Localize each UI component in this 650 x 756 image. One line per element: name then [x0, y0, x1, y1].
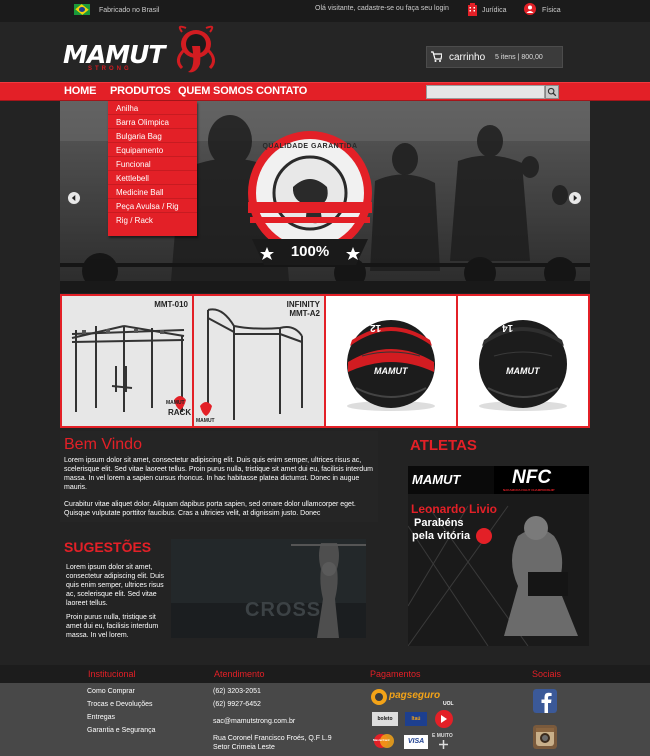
product-card[interactable]: INFINITY MMT-A2 MAMUT — [194, 296, 324, 426]
mastercard-label: MasterCard — [373, 738, 390, 742]
pagseguro-icon — [371, 689, 387, 705]
welcome-paragraph-2: Curabitur vitae aliquet dolor. Aliquam d… — [64, 501, 356, 517]
nav-produtos[interactable]: PRODUTOS — [110, 85, 171, 97]
footer-address-2: Setor Crimeia Leste — [213, 744, 275, 751]
footer-address-1: Rua Coronel Francisco Froés, Q.F L.9 — [213, 735, 332, 742]
ball-brand: MAMUT — [374, 366, 408, 376]
dropdown-item-anilha[interactable]: Anilha — [108, 101, 197, 115]
cart-label[interactable]: carrinho — [449, 52, 485, 63]
sugestoes-image[interactable]: CROSS — [171, 539, 366, 638]
footer-link-entregas[interactable]: Entregas — [87, 714, 115, 721]
cart-summary: 5 itens | 800,00 — [495, 54, 543, 61]
athlete-message-2: pela vitória — [412, 530, 471, 542]
sugestoes-paragraph-1: Lorem ipsum dolor sit amet, consectetur … — [66, 564, 165, 607]
dropdown-item-barra-olimpica[interactable]: Barra Olimpica — [108, 115, 197, 129]
product-name: MMT-010 — [154, 300, 188, 309]
footer-title-sociais: Sociais — [532, 669, 562, 679]
dropdown-item-kettlebell[interactable]: Kettlebell — [108, 171, 197, 185]
footer-title-atendimento: Atendimento — [214, 669, 265, 679]
crossfit-photo — [171, 539, 366, 638]
brazil-flag-icon — [74, 4, 90, 15]
dropdown-item-bulgaria-bag[interactable]: Bulgaria Bag — [108, 129, 197, 143]
sugestoes-title: SUGESTÕES — [64, 539, 152, 555]
welcome-title: Bem Vindo — [64, 436, 142, 453]
top-bar: Fabricado no Brasil Olá visitante, cadas… — [0, 0, 650, 22]
dropdown-item-equipamento[interactable]: Equipamento — [108, 143, 197, 157]
atletas-banner[interactable]: MAMUT NFC NAKAMURA FIGHT CHAMPIONSHIP Le… — [408, 466, 589, 646]
mammoth-icon — [177, 25, 215, 73]
athlete-message-1: Parabéns — [414, 517, 464, 529]
juridica-link[interactable]: Jurídica — [482, 7, 507, 14]
nav-quem-somos[interactable]: QUEM SOMOS — [178, 85, 253, 97]
facebook-icon[interactable] — [533, 689, 557, 713]
dropdown-item-funcional[interactable]: Funcional — [108, 157, 197, 171]
produtos-dropdown: Anilha Barra Olimpica Bulgaria Bag Equip… — [108, 101, 197, 236]
footer-link-garantia[interactable]: Garantia e Segurança — [87, 727, 156, 734]
ball-number: 14 — [502, 322, 514, 333]
instagram-icon[interactable] — [533, 725, 557, 749]
boleto-logo: boleto — [372, 712, 398, 726]
dropdown-item-rig-rack[interactable]: Rig / Rack — [108, 213, 197, 227]
medicine-ball-red-image — [347, 320, 435, 411]
made-in-label: Fabricado no Brasil — [99, 7, 160, 14]
cielo-icon — [435, 710, 453, 728]
product-card[interactable]: 12 MAMUT — [326, 296, 456, 426]
welcome-paragraph-1: Lorem ipsum dolor sit amet, consectetur … — [64, 457, 373, 491]
login-register-link[interactable]: Olá visitante, cadastre-se ou faça seu l… — [315, 5, 449, 12]
logo-wordmark: MAMUT — [63, 40, 165, 69]
seal-title: QUALIDADE GARANTIDA — [262, 143, 358, 150]
prev-slide-icon[interactable] — [67, 191, 81, 205]
atletas-title: ATLETAS — [410, 437, 477, 454]
person-icon[interactable] — [524, 3, 536, 15]
mamut-logo[interactable]: MAMUT STRONG — [60, 24, 220, 80]
dropdown-item-medicine-ball[interactable]: Medicine Ball — [108, 185, 197, 199]
product-strip: MMT-010 RACK MAMUT INFINITY MMT-A2 MAMUT… — [60, 294, 590, 428]
itau-logo: Itaú — [405, 712, 427, 726]
logo-subtitle: STRONG — [88, 66, 132, 72]
seal-percent: 100% — [290, 243, 330, 260]
footer-link-como-comprar[interactable]: Como Comprar — [87, 688, 135, 695]
uol-logo: UOL — [443, 701, 454, 707]
cart-icon — [431, 51, 442, 62]
building-icon[interactable] — [467, 3, 478, 16]
payment-more: E MUITO — [432, 733, 453, 739]
footer-email[interactable]: sac@mamutstrong.com.br — [213, 718, 295, 725]
fisica-link[interactable]: Física — [542, 7, 561, 14]
nav-contato[interactable]: CONTATO — [256, 85, 307, 97]
next-slide-icon[interactable] — [568, 191, 582, 205]
atletas-brand: MAMUT — [412, 472, 461, 487]
footer-phone-1: (62) 3203-2051 — [213, 688, 261, 695]
product-name: INFINITY MMT-A2 — [286, 300, 320, 318]
atletas-event-sub: NAKAMURA FIGHT CHAMPIONSHIP — [503, 488, 555, 492]
product-card[interactable]: 14 MAMUT — [458, 296, 588, 426]
visa-logo: VISA — [404, 735, 428, 749]
footer-title-pagamentos: Pagamentos — [370, 669, 421, 679]
footer-link-trocas[interactable]: Trocas e Devoluções — [87, 701, 153, 708]
product-card[interactable]: MMT-010 RACK MAMUT — [62, 296, 192, 426]
search-icon[interactable] — [545, 85, 559, 99]
search-input[interactable] — [426, 85, 545, 99]
footer-phone-2: (62) 9927-6452 — [213, 701, 261, 708]
nav-home[interactable]: HOME — [64, 85, 96, 97]
sugestoes-img-text: CROSS — [245, 599, 322, 621]
medicine-ball-black-image — [479, 320, 567, 411]
product-tag: RACK — [168, 408, 192, 417]
atletas-event: NFC — [512, 467, 552, 488]
product-brand: MAMUT — [196, 418, 215, 424]
footer-title-institucional: Institucional — [88, 669, 136, 679]
rack-image — [71, 325, 186, 412]
athlete-name: Leonardo Livio — [411, 502, 498, 516]
plus-icon — [439, 740, 448, 749]
product-brand: MAMUT — [166, 400, 185, 406]
sugestoes-paragraph-2: Proin purus nulla, tristique sit amet du… — [66, 614, 159, 639]
ball-brand: MAMUT — [506, 366, 540, 376]
ball-number: 12 — [370, 322, 382, 333]
pagseguro-logo: pagseguro — [389, 690, 441, 701]
athlete-photo — [408, 466, 589, 646]
dropdown-item-peca-avulsa[interactable]: Peça Avulsa / Rig — [108, 199, 197, 213]
